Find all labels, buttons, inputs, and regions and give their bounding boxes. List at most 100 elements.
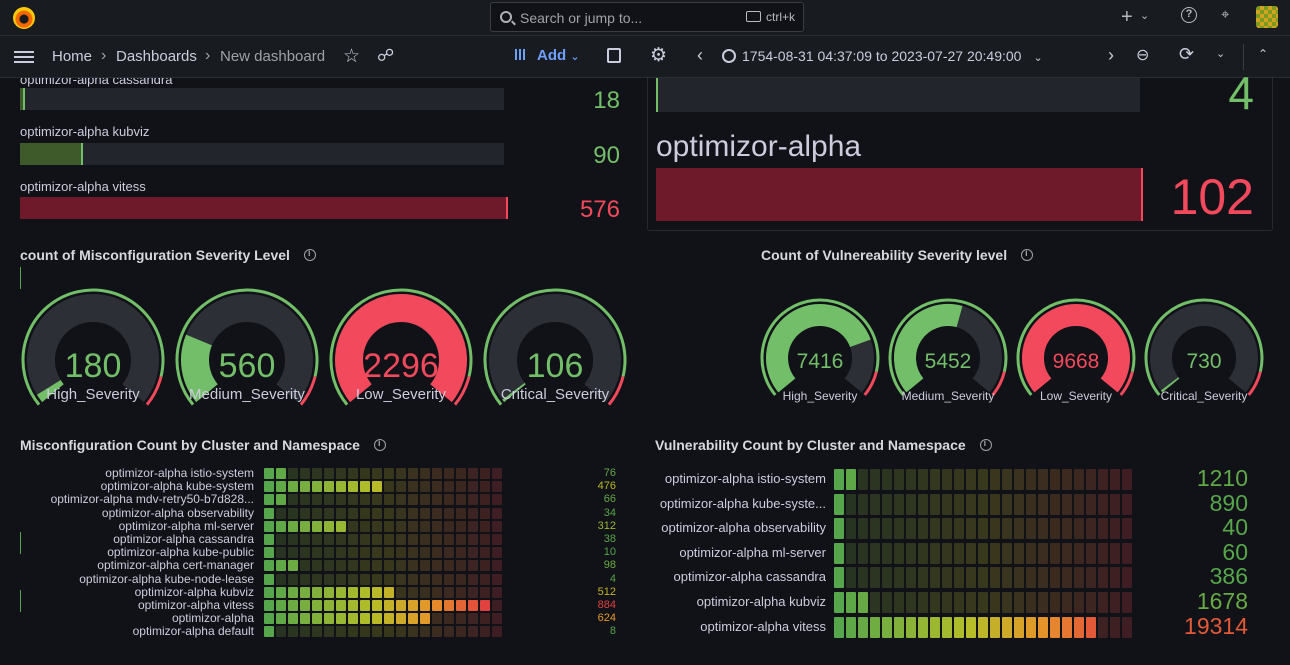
- heat-cell: [264, 586, 274, 598]
- heat-cell: [492, 507, 502, 519]
- bargauge-fill: [656, 78, 658, 112]
- heat-cell: [990, 518, 1000, 540]
- heat-cell: [942, 493, 952, 515]
- heat-cell: [492, 613, 502, 625]
- heat-cell: [372, 494, 382, 506]
- heat-cell: [312, 547, 322, 559]
- heat-cell: [300, 520, 310, 532]
- heat-cell: [468, 534, 478, 545]
- heat-cell: [300, 560, 310, 572]
- add-button[interactable]: Add ⌄: [515, 47, 580, 64]
- heat-cell: [1038, 469, 1048, 490]
- info-icon[interactable]: [1021, 248, 1034, 261]
- heat-cell: [894, 592, 904, 613]
- menu-icon[interactable]: [14, 51, 34, 63]
- heat-cell: [444, 507, 454, 519]
- heat-cell: [432, 600, 442, 611]
- info-icon[interactable]: [303, 248, 316, 261]
- breadcrumb-home[interactable]: Home: [52, 48, 92, 65]
- heat-cell: [906, 616, 916, 638]
- heat-cell: [468, 560, 478, 572]
- heat-cell: [432, 520, 442, 532]
- heat-row-value: 1210: [1196, 465, 1248, 491]
- plus-icon[interactable]: +: [1121, 6, 1133, 29]
- heat-cell: [906, 567, 916, 589]
- heat-cell: [324, 507, 334, 519]
- heat-cell: [396, 481, 406, 493]
- heat-cell: [336, 626, 346, 638]
- search-input[interactable]: Search or jump to... ctrl+k: [490, 2, 804, 32]
- bargauge-value: 576: [579, 196, 620, 223]
- heat-cell: [324, 494, 334, 506]
- save-icon[interactable]: [607, 48, 621, 63]
- heat-cell: [468, 600, 478, 611]
- info-icon[interactable]: [373, 438, 386, 451]
- heat-cell: [1110, 469, 1120, 490]
- heat-cell: [918, 616, 928, 638]
- bargauge-row-label: optimizor-alpha: [656, 130, 862, 163]
- heat-cell: [396, 626, 406, 638]
- heat-cell: [420, 534, 430, 545]
- heat-cell: [372, 468, 382, 479]
- time-back-icon[interactable]: ‹: [697, 45, 703, 66]
- time-range-picker[interactable]: 1754-08-31 04:37:09 to 2023-07-27 20:49:…: [722, 48, 1043, 64]
- time-range-text: 1754-08-31 04:37:09 to 2023-07-27 20:49:…: [742, 48, 1022, 64]
- heat-cell: [918, 469, 928, 490]
- heat-cell: [456, 613, 466, 625]
- heat-cell: [360, 520, 370, 532]
- heat-cell: [396, 560, 406, 572]
- heat-cell: [348, 586, 358, 598]
- heat-cell: [384, 520, 394, 532]
- heat-cell: [300, 494, 310, 506]
- heat-cell: [384, 547, 394, 559]
- time-forward-icon[interactable]: ›: [1108, 45, 1114, 66]
- share-icon[interactable]: ☍: [377, 46, 394, 66]
- refresh-interval-chevron-icon[interactable]: ⌄: [1216, 47, 1225, 60]
- heat-cell: [834, 469, 844, 490]
- star-icon[interactable]: ☆: [343, 45, 360, 68]
- heat-cell: [1074, 542, 1084, 564]
- heat-cell: [834, 616, 844, 638]
- clock-icon: [722, 49, 736, 63]
- heat-cell: [456, 560, 466, 572]
- heat-cell: [432, 586, 442, 598]
- heat-cell: [918, 493, 928, 515]
- rss-icon[interactable]: ⌖: [1221, 6, 1229, 23]
- heat-cell: [1074, 592, 1084, 613]
- heat-row-label: optimizor-alpha kube-system: [100, 479, 254, 494]
- heat-cell: [312, 560, 322, 572]
- heat-cell: [894, 469, 904, 490]
- settings-gear-icon[interactable]: ⚙: [650, 44, 667, 67]
- chevron-down-icon[interactable]: ⌄: [1140, 9, 1149, 22]
- heat-cell: [336, 586, 346, 598]
- heat-cell: [432, 534, 442, 545]
- zoom-out-icon[interactable]: ⊖: [1136, 45, 1149, 65]
- refresh-icon[interactable]: ⟳: [1179, 44, 1194, 65]
- panel-tick: [20, 590, 21, 612]
- breadcrumb-dashboards[interactable]: Dashboards: [116, 48, 197, 65]
- bargauge-fill: [20, 197, 508, 219]
- gauge-value: 730: [1186, 350, 1221, 373]
- grafana-logo-icon[interactable]: [13, 7, 35, 29]
- collapse-chevron-up-icon[interactable]: ⌃: [1258, 47, 1268, 61]
- heat-cell: [348, 613, 358, 625]
- heat-cell: [834, 592, 844, 613]
- heat-cell: [954, 542, 964, 564]
- avatar[interactable]: [1256, 6, 1278, 28]
- heat-cell: [444, 547, 454, 559]
- heat-cell: [408, 586, 418, 598]
- heat-cell: [966, 493, 976, 515]
- heat-cell: [1026, 542, 1036, 564]
- heat-cell: [384, 586, 394, 598]
- heat-cell: [276, 507, 286, 519]
- heat-cell: [420, 507, 430, 519]
- heat-cell: [1110, 542, 1120, 564]
- heat-cell: [1062, 469, 1072, 490]
- help-icon[interactable]: ?: [1181, 7, 1197, 23]
- heat-cell: [312, 600, 322, 611]
- panel-title-misconfig-heat: Misconfiguration Count by Cluster and Na…: [20, 437, 386, 453]
- heat-cell: [1062, 616, 1072, 638]
- heat-cell: [492, 534, 502, 545]
- heat-cell: [348, 534, 358, 545]
- info-icon[interactable]: [979, 438, 992, 451]
